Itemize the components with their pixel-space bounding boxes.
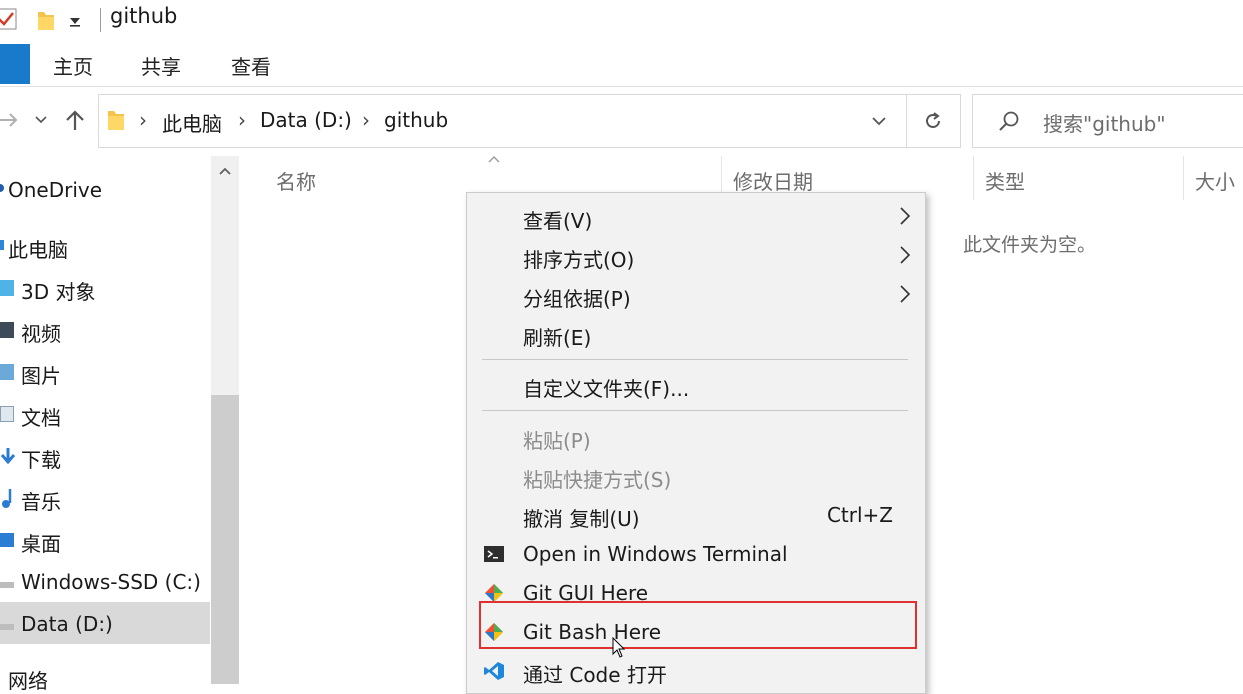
3d-objects-icon	[0, 280, 14, 296]
column-size[interactable]: 大小	[1195, 166, 1235, 195]
submenu-arrow-icon	[900, 246, 911, 264]
nav-item-label: 视频	[21, 322, 61, 346]
menu-item-label: 撤消 复制(U)	[523, 507, 640, 531]
desktop-icon	[0, 533, 14, 547]
window-title: github	[110, 4, 178, 28]
terminal-icon	[484, 546, 504, 562]
breadcrumb-this-pc[interactable]: 此电脑	[162, 108, 222, 137]
menu-separator	[482, 410, 908, 411]
nav-item-label: OneDrive	[8, 178, 103, 202]
refresh-icon	[926, 112, 940, 128]
nav-item-label: 音乐	[21, 490, 61, 514]
menu-item-label: 分组依据(P)	[523, 287, 631, 311]
recent-locations-chevron-icon[interactable]	[34, 114, 48, 126]
sort-ascending-icon	[488, 156, 500, 163]
chevron-down-icon[interactable]	[68, 14, 82, 28]
nav-item-label: 下载	[21, 448, 61, 472]
annotation-highlight-box	[479, 601, 917, 649]
folder-icon	[108, 111, 124, 130]
address-history-chevron-icon[interactable]	[871, 115, 887, 127]
column-type[interactable]: 类型	[985, 166, 1025, 195]
menu-item-open-with-code[interactable]: 通过 Code 打开	[467, 652, 925, 690]
mouse-cursor-icon	[612, 637, 626, 658]
nav-scrollbar-thumb[interactable]	[211, 395, 239, 684]
git-icon	[485, 584, 503, 602]
breadcrumb-github[interactable]: github	[384, 108, 448, 132]
nav-item-label: 网络	[8, 669, 48, 693]
menu-item-refresh[interactable]: 刷新(E)	[467, 315, 925, 353]
column-date-modified[interactable]: 修改日期	[733, 166, 813, 195]
music-icon	[2, 489, 12, 508]
title-bar: github	[0, 0, 1243, 40]
menu-item-view[interactable]: 查看(V)	[467, 198, 925, 236]
search-placeholder: 搜索"github"	[1043, 112, 1166, 136]
tab-view[interactable]: 查看	[231, 51, 271, 80]
column-divider[interactable]	[1183, 156, 1184, 200]
vscode-icon	[484, 662, 504, 680]
menu-item-label: 粘贴(P)	[523, 429, 591, 453]
column-divider[interactable]	[973, 156, 974, 200]
menu-item-label: 刷新(E)	[523, 326, 592, 350]
menu-item-undo-copy[interactable]: 撤消 复制(U) Ctrl+Z	[467, 496, 925, 534]
submenu-arrow-icon	[900, 285, 911, 303]
drive-icon	[0, 582, 14, 588]
menu-item-group-by[interactable]: 分组依据(P)	[467, 276, 925, 314]
computer-icon	[0, 240, 4, 250]
download-icon	[0, 448, 16, 465]
tab-share[interactable]: 共享	[141, 51, 181, 80]
documents-icon	[0, 406, 14, 422]
breadcrumb-separator[interactable]: ›	[362, 108, 370, 132]
menu-item-label: 自定义文件夹(F)...	[523, 377, 690, 401]
search-icon	[999, 111, 1019, 131]
menu-item-label: 粘贴快捷方式(S)	[523, 468, 672, 492]
submenu-arrow-icon	[900, 207, 911, 225]
forward-arrow-icon[interactable]	[0, 110, 20, 130]
column-name[interactable]: 名称	[276, 166, 316, 195]
menu-item-open-in-terminal[interactable]: Open in Windows Terminal	[467, 535, 925, 573]
menu-item-label: Open in Windows Terminal	[523, 542, 788, 566]
breadcrumb-data-d[interactable]: Data (D:)	[260, 108, 352, 132]
pictures-icon	[0, 364, 14, 380]
nav-item-label: Windows-SSD (C:)	[21, 570, 201, 594]
nav-item-label: 桌面	[21, 532, 61, 556]
tab-home[interactable]: 主页	[53, 51, 93, 80]
new-folder-icon[interactable]	[36, 8, 56, 32]
nav-item-label: 3D 对象	[21, 280, 96, 304]
ribbon-tabs	[0, 40, 1243, 87]
nav-item-label: Data (D:)	[21, 612, 113, 636]
properties-icon[interactable]	[0, 6, 20, 32]
menu-item-paste: 粘贴(P)	[467, 418, 925, 456]
search-input[interactable]: 搜索"github"	[972, 94, 1243, 148]
refresh-button[interactable]	[906, 94, 961, 148]
drive-icon	[0, 624, 14, 630]
nav-item-label: 图片	[21, 364, 61, 388]
menu-separator	[482, 359, 908, 360]
breadcrumb-separator[interactable]: ›	[139, 108, 147, 132]
empty-folder-message: 此文件夹为空。	[963, 234, 1097, 256]
file-tab[interactable]	[0, 44, 30, 84]
menu-item-customize-folder[interactable]: 自定义文件夹(F)...	[467, 366, 925, 404]
menu-item-label: 排序方式(O)	[523, 248, 635, 272]
scroll-up-icon[interactable]	[218, 166, 232, 176]
up-arrow-icon[interactable]	[64, 108, 86, 132]
video-icon	[0, 322, 14, 338]
menu-item-sort-by[interactable]: 排序方式(O)	[467, 237, 925, 275]
nav-item-label: 文档	[21, 406, 61, 430]
divider	[100, 8, 101, 32]
nav-item-label: 此电脑	[8, 238, 68, 262]
breadcrumb-separator[interactable]: ›	[238, 108, 246, 132]
cloud-icon	[0, 184, 4, 192]
menu-item-label: 查看(V)	[523, 209, 593, 233]
menu-item-paste-shortcut: 粘贴快捷方式(S)	[467, 457, 925, 495]
menu-item-shortcut: Ctrl+Z	[826, 503, 893, 527]
